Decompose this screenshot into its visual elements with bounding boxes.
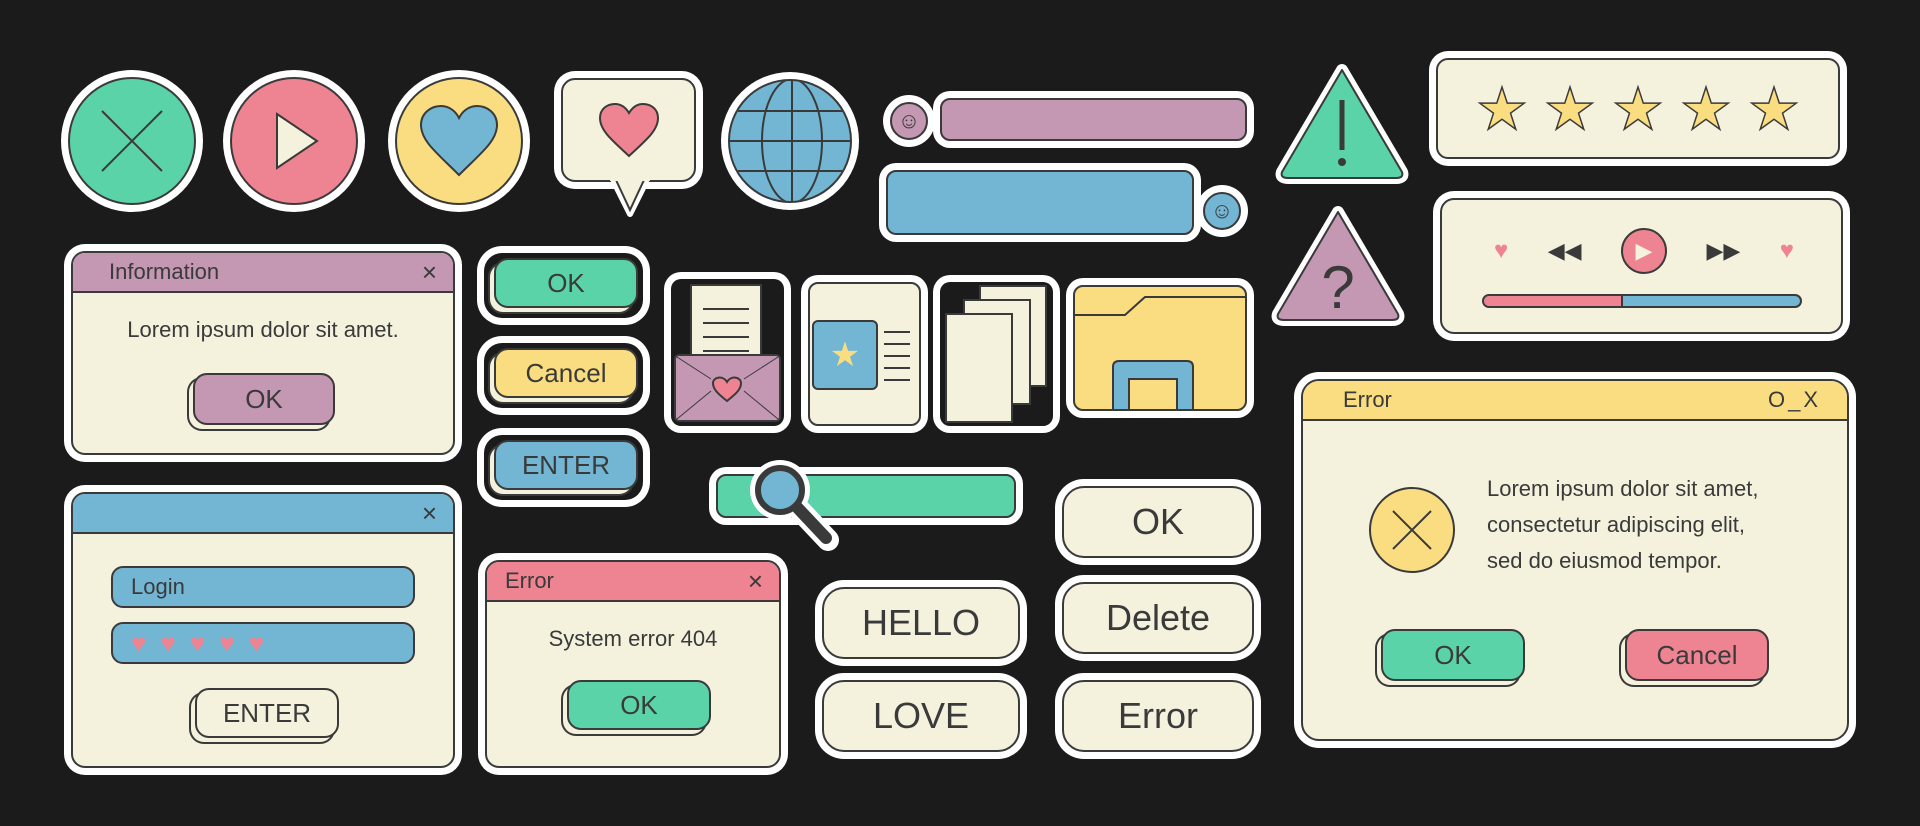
document-star-icon: ★ bbox=[808, 282, 921, 426]
heart-speech-bubble-icon[interactable] bbox=[561, 78, 696, 182]
star-rating[interactable]: ★ ★ ★ ★ ★ bbox=[1436, 58, 1840, 159]
heart-icon: ♥ bbox=[131, 627, 147, 658]
heart-circle-icon[interactable] bbox=[395, 77, 523, 205]
delete-big-button[interactable]: Delete bbox=[1062, 582, 1254, 654]
love-bubble[interactable]: LOVE bbox=[822, 680, 1020, 752]
heart-icon: ♥ bbox=[189, 627, 206, 658]
cancel-button[interactable]: Cancel bbox=[1625, 629, 1769, 681]
ok-big-button[interactable]: OK bbox=[1062, 486, 1254, 558]
star-icon[interactable]: ★ bbox=[1611, 75, 1665, 143]
star-icon[interactable]: ★ bbox=[1543, 75, 1597, 143]
enter-button[interactable]: ENTER bbox=[494, 440, 638, 490]
close-icon[interactable]: × bbox=[422, 257, 437, 288]
ok-button[interactable]: OK bbox=[567, 680, 711, 730]
ok-button[interactable]: OK bbox=[193, 373, 335, 425]
forward-icon[interactable]: ▶▶ bbox=[1706, 238, 1740, 264]
documents-icon bbox=[940, 282, 1053, 426]
error-dialog-small: Error × System error 404 OK bbox=[485, 560, 781, 768]
enter-button[interactable]: ENTER bbox=[195, 688, 339, 738]
heart-icon: ♥ bbox=[219, 627, 235, 658]
globe-icon[interactable] bbox=[728, 79, 852, 203]
error-x-icon bbox=[1369, 487, 1455, 573]
close-icon[interactable]: × bbox=[748, 566, 763, 597]
heart-icon: ♥ bbox=[248, 627, 265, 658]
play-icon[interactable]: ▶ bbox=[1621, 228, 1667, 274]
login-field[interactable]: Login bbox=[111, 566, 415, 608]
window-controls[interactable]: O_X bbox=[1768, 387, 1821, 413]
blue-message-bar[interactable] bbox=[886, 170, 1194, 235]
search-icon[interactable] bbox=[748, 458, 848, 558]
smiley-icon: ☺ bbox=[1203, 192, 1241, 230]
dialog-message: Lorem ipsum dolor sit amet. bbox=[127, 317, 399, 342]
rewind-icon[interactable]: ◀◀ bbox=[1548, 238, 1582, 264]
cancel-button[interactable]: Cancel bbox=[494, 348, 638, 398]
close-circle-icon[interactable] bbox=[68, 77, 196, 205]
bubble-tail bbox=[610, 178, 650, 217]
purple-message-bar[interactable] bbox=[940, 98, 1247, 141]
progress-bar[interactable] bbox=[1482, 294, 1802, 308]
ok-button[interactable]: OK bbox=[494, 258, 638, 308]
hello-bubble[interactable]: HELLO bbox=[822, 587, 1020, 659]
close-icon[interactable]: × bbox=[422, 498, 437, 529]
heart-icon: ♥ bbox=[160, 627, 176, 658]
question-icon: ? bbox=[1271, 206, 1405, 326]
error-big-button[interactable]: Error bbox=[1062, 680, 1254, 752]
play-circle-icon[interactable] bbox=[230, 77, 358, 205]
warning-icon bbox=[1275, 64, 1409, 184]
ok-button[interactable]: OK bbox=[1381, 629, 1525, 681]
error-dialog-large: Error O_X Lorem ipsum dolor sit amet, con… bbox=[1301, 379, 1849, 741]
envelope-icon bbox=[671, 279, 784, 426]
heart-icon[interactable]: ♥ bbox=[1780, 237, 1794, 265]
dialog-title: Error bbox=[505, 568, 554, 593]
information-dialog: Information × Lorem ipsum dolor sit amet.… bbox=[71, 251, 455, 455]
heart-icon[interactable]: ♥ bbox=[1494, 237, 1508, 265]
star-icon[interactable]: ★ bbox=[1747, 75, 1801, 143]
dialog-message: System error 404 bbox=[548, 626, 718, 651]
star-icon[interactable]: ★ bbox=[1679, 75, 1733, 143]
password-field[interactable]: ♥ ♥ ♥ ♥ ♥ bbox=[111, 622, 415, 664]
login-dialog: × Login ♥ ♥ ♥ ♥ ♥ ENTER bbox=[71, 492, 455, 768]
dialog-title: Error bbox=[1343, 387, 1392, 412]
dialog-title: Information bbox=[109, 259, 220, 284]
progress-fill bbox=[1484, 296, 1624, 306]
star-icon[interactable]: ★ bbox=[1475, 75, 1529, 143]
folder-icon bbox=[1073, 285, 1247, 411]
media-player: ♥ ◀◀ ▶ ▶▶ ♥ bbox=[1440, 198, 1843, 334]
svg-text:?: ? bbox=[1321, 254, 1354, 321]
dialog-message: Lorem ipsum dolor sit amet, consectetur … bbox=[1487, 476, 1759, 573]
smiley-icon: ☺ bbox=[890, 102, 928, 140]
